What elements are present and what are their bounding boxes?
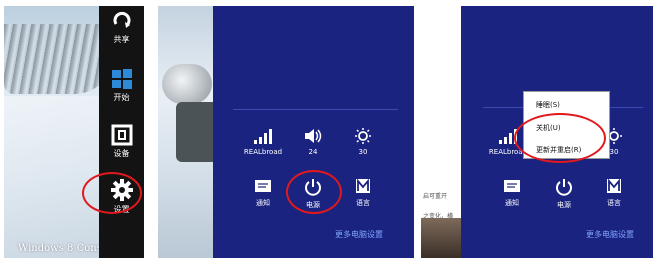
keyboard-language-icon — [607, 178, 621, 193]
background-photo-strip — [421, 218, 465, 258]
shutdown-highlight-ring — [514, 113, 606, 163]
charm-share-label: 共享 — [113, 35, 130, 44]
brightness-tile[interactable]: 30 — [338, 128, 388, 156]
language-label: 语言 — [607, 199, 621, 207]
power-label: 电源 — [557, 201, 571, 209]
tractor-image — [176, 102, 218, 162]
language-tile[interactable]: 语言 — [589, 178, 639, 208]
separator-line — [233, 109, 398, 110]
charm-share[interactable]: 共享 — [99, 10, 144, 45]
volume-label: 24 — [308, 148, 318, 156]
power-icon — [556, 179, 572, 196]
charm-devices-label: 设备 — [113, 149, 130, 158]
tank-image — [162, 64, 212, 104]
notifications-icon — [504, 180, 520, 192]
notifications-icon — [255, 180, 271, 192]
power-highlight-ring — [286, 170, 342, 214]
background-document: 启可重开 之变化，横 — [421, 6, 465, 258]
notifications-tile[interactable]: 通知 — [238, 178, 288, 208]
share-icon — [113, 11, 130, 28]
desktop-panel: Windows 8 Consumer 共享 开始 设备 设置 — [4, 6, 144, 258]
charm-start-label: 开始 — [113, 93, 130, 102]
keyboard-language-icon — [356, 178, 370, 193]
brightness-label: 30 — [358, 148, 368, 156]
charm-start[interactable]: 开始 — [99, 68, 144, 103]
more-pc-settings-link[interactable]: 更多电脑设置 — [335, 229, 383, 240]
charm-devices[interactable]: 设备 — [99, 124, 144, 159]
language-label: 语言 — [356, 199, 370, 207]
notifications-label: 通知 — [256, 199, 270, 207]
desktop-photo-background — [158, 6, 218, 258]
windows-logo-icon — [111, 69, 132, 89]
language-tile[interactable]: 语言 — [338, 178, 388, 208]
network-tile[interactable]: REALbroad — [238, 128, 288, 156]
notifications-tile[interactable]: 通知 — [487, 178, 537, 208]
background-doc-line1: 启可重开 — [423, 193, 448, 200]
signal-bars-icon — [254, 129, 272, 144]
devices-icon — [111, 124, 132, 146]
power-tile[interactable]: 电源 — [539, 178, 589, 210]
volume-tile[interactable]: 24 — [288, 128, 338, 156]
notifications-label: 通知 — [505, 199, 519, 207]
network-label: REALbroad — [243, 148, 283, 156]
power-menu-sleep[interactable]: 睡眠(S) — [536, 100, 560, 110]
snowy-trees-background — [4, 24, 114, 94]
charms-bar: 共享 开始 设备 设置 — [99, 6, 144, 258]
brightness-icon — [355, 128, 371, 144]
volume-icon — [305, 129, 322, 143]
settings-highlight-ring — [82, 172, 142, 214]
settings-pane: REALbroad 24 30 通知 电源 语言 更多电脑设置 — [213, 6, 414, 258]
more-pc-settings-link[interactable]: 更多电脑设置 — [586, 229, 634, 240]
